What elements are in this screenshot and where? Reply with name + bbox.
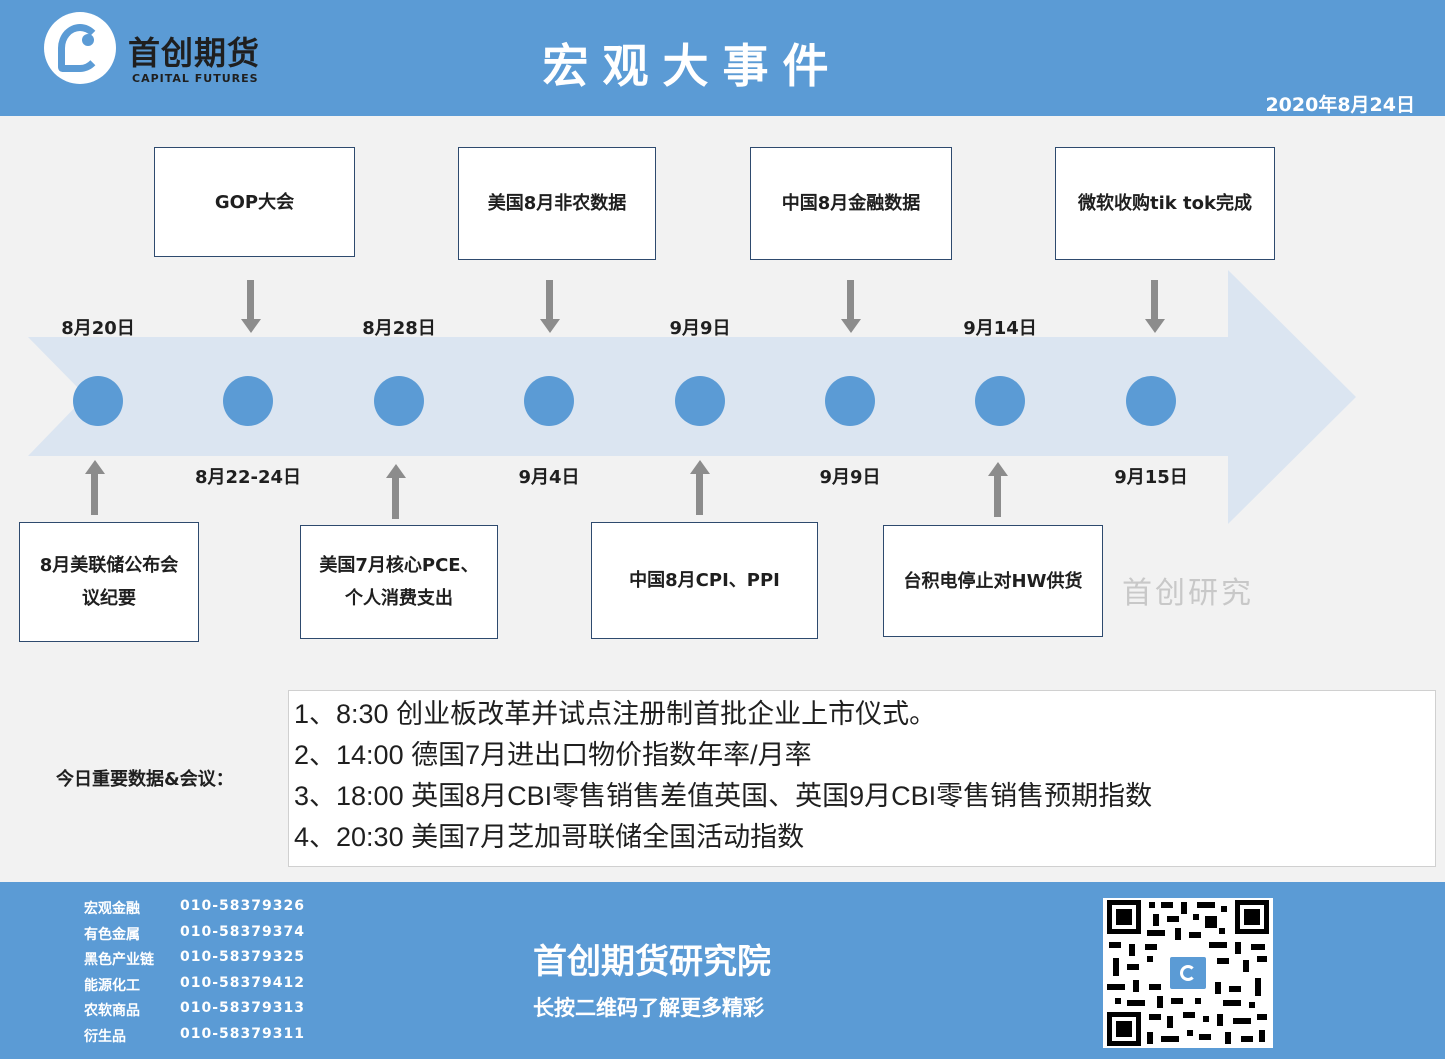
arrow-head-down bbox=[1145, 319, 1165, 333]
connector-arrow-up bbox=[994, 475, 1001, 517]
today-item: 3、18:00 英国8月CBI零售销售差值英国、英国9月CBI零售销售预期指数 bbox=[294, 781, 1153, 811]
event-box-top: GOP大会 bbox=[154, 147, 355, 257]
event-box-top: 中国8月金融数据 bbox=[750, 147, 952, 260]
today-item: 2、14:00 德国7月进出口物价指数年率/月率 bbox=[294, 740, 812, 770]
timeline-date-top: 9月14日 bbox=[963, 318, 1037, 339]
timeline-date-bottom: 9月4日 bbox=[518, 467, 580, 488]
timeline-node bbox=[73, 376, 123, 426]
contact-phone: 010-58379412 bbox=[180, 974, 305, 991]
today-item: 1、8:30 创业板改革并试点注册制首批企业上市仪式。 bbox=[294, 699, 937, 729]
timeline-node bbox=[374, 376, 424, 426]
timeline-node bbox=[825, 376, 875, 426]
contact-row: 黑色产业链 010-58379325 bbox=[84, 949, 305, 975]
timeline-node bbox=[675, 376, 725, 426]
timeline-date-bottom: 9月15日 bbox=[1114, 467, 1188, 488]
institute-name: 首创期货研究院 bbox=[533, 942, 771, 982]
connector-arrow-down bbox=[546, 280, 553, 320]
report-date: 2020年8月24日 bbox=[1265, 94, 1415, 116]
contact-row: 能源化工 010-58379412 bbox=[84, 975, 305, 1001]
timeline-node bbox=[1126, 376, 1176, 426]
event-box-bottom: 台积电停止对HW供货 bbox=[883, 525, 1103, 637]
qr-center-logo-icon bbox=[1168, 955, 1208, 991]
page-title: 宏观大事件 bbox=[542, 39, 843, 93]
contact-row: 农软商品 010-58379313 bbox=[84, 1000, 305, 1026]
contact-name: 农软商品 bbox=[84, 1003, 140, 1019]
arrow-head-up bbox=[690, 460, 710, 474]
timeline-node bbox=[975, 376, 1025, 426]
contact-phone: 010-58379326 bbox=[180, 898, 305, 914]
event-box-top: 美国8月非农数据 bbox=[458, 147, 656, 260]
arrow-head-up bbox=[386, 464, 406, 478]
connector-arrow-up bbox=[392, 477, 399, 519]
timeline-node bbox=[223, 376, 273, 426]
event-box-bottom: 中国8月CPI、PPI bbox=[591, 522, 818, 639]
qr-code[interactable] bbox=[1103, 898, 1273, 1048]
today-label: 今日重要数据&会议： bbox=[56, 769, 234, 790]
contact-phone: 010-58379311 bbox=[180, 1025, 305, 1042]
arrow-head-down bbox=[841, 319, 861, 333]
event-box-bottom: 美国7月核心PCE、个人消费支出 bbox=[300, 525, 498, 639]
connector-arrow-down bbox=[847, 280, 854, 320]
contact-phone: 010-58379325 bbox=[180, 949, 305, 965]
footer-banner: 宏观金融 010-58379326 有色金属 010-58379374 黑色产业… bbox=[0, 882, 1445, 1059]
contact-phone: 010-58379374 bbox=[180, 923, 305, 940]
connector-arrow-down bbox=[247, 280, 254, 320]
timeline-date-top: 9月9日 bbox=[669, 318, 731, 339]
event-box-top: 微软收购tik tok完成 bbox=[1055, 147, 1275, 260]
contact-row: 有色金属 010-58379374 bbox=[84, 924, 305, 950]
arrow-head-down bbox=[241, 319, 261, 333]
contact-name: 有色金属 bbox=[84, 926, 140, 943]
timeline-node bbox=[524, 376, 574, 426]
timeline-date-top: 8月28日 bbox=[362, 318, 436, 339]
connector-arrow-up bbox=[696, 473, 703, 515]
contact-row: 宏观金融 010-58379326 bbox=[84, 898, 305, 924]
watermark-text: 首创研究 bbox=[1122, 576, 1254, 611]
connector-arrow-down bbox=[1151, 280, 1158, 320]
contact-name: 能源化工 bbox=[84, 977, 140, 994]
timeline-date-bottom: 9月9日 bbox=[819, 467, 881, 488]
header-banner: 首创期货 CAPITAL FUTURES 宏观大事件 2020年8月24日 bbox=[0, 0, 1445, 116]
connector-arrow-up bbox=[91, 473, 98, 515]
contact-name: 黑色产业链 bbox=[84, 952, 154, 968]
timeline-arrow-head bbox=[1228, 270, 1356, 524]
contact-phone: 010-58379313 bbox=[180, 1000, 305, 1016]
timeline-date-bottom: 8月22-24日 bbox=[194, 467, 302, 488]
event-box-bottom: 8月美联储公布会议纪要 bbox=[19, 522, 199, 642]
timeline-date-top: 8月20日 bbox=[61, 318, 135, 339]
contact-name: 衍生品 bbox=[84, 1028, 126, 1045]
arrow-head-down bbox=[540, 319, 560, 333]
today-list: 1、8:30 创业板改革并试点注册制首批企业上市仪式。 2、14:00 德国7月… bbox=[288, 690, 1436, 867]
contact-list: 宏观金融 010-58379326 有色金属 010-58379374 黑色产业… bbox=[84, 898, 305, 1051]
qr-prompt: 长按二维码了解更多精彩 bbox=[533, 996, 764, 1020]
contact-row: 衍生品 010-58379311 bbox=[84, 1026, 305, 1052]
arrow-head-up bbox=[988, 462, 1008, 476]
timeline-arrow-body bbox=[28, 337, 1230, 456]
contact-name: 宏观金融 bbox=[84, 901, 140, 917]
arrow-head-up bbox=[85, 460, 105, 474]
today-item: 4、20:30 美国7月芝加哥联储全国活动指数 bbox=[294, 822, 805, 852]
